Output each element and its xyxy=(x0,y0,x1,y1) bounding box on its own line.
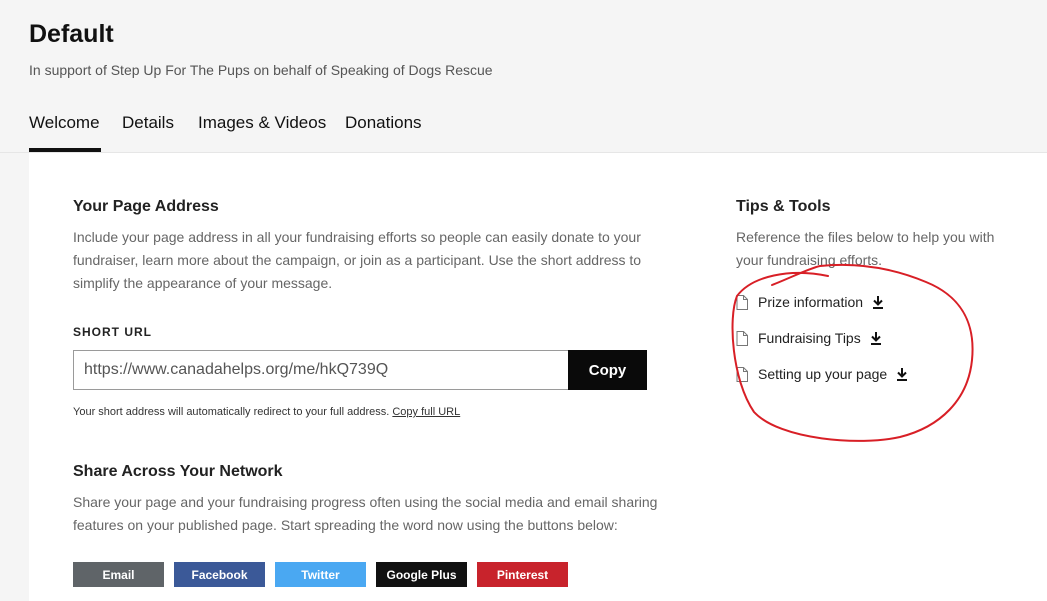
google-plus-share-button[interactable]: Google Plus xyxy=(376,562,467,587)
share-heading: Share Across Your Network xyxy=(73,463,283,480)
download-icon[interactable] xyxy=(870,331,882,345)
copy-full-url-link[interactable]: Copy full URL xyxy=(392,406,460,418)
short-url-input[interactable] xyxy=(73,350,569,390)
page-address-heading: Your Page Address xyxy=(73,198,219,215)
download-icon[interactable] xyxy=(896,367,908,381)
redirect-note: Your short address will automatically re… xyxy=(73,406,460,418)
redirect-note-text: Your short address will automatically re… xyxy=(73,406,390,418)
file-label: Prize information xyxy=(758,294,864,310)
file-fundraising-tips[interactable]: Fundraising Tips xyxy=(736,327,882,349)
file-setting-up-your-page[interactable]: Setting up your page xyxy=(736,363,908,385)
tab-images-videos[interactable]: Images & Videos xyxy=(198,113,326,133)
facebook-share-button[interactable]: Facebook xyxy=(174,562,265,587)
file-prize-information[interactable]: Prize information xyxy=(736,291,884,313)
tab-details[interactable]: Details xyxy=(122,113,174,133)
tips-description: Reference the files below to help you wi… xyxy=(736,229,995,268)
copy-button[interactable]: Copy xyxy=(568,350,647,390)
twitter-share-button[interactable]: Twitter xyxy=(275,562,366,587)
download-icon[interactable] xyxy=(872,295,884,309)
tab-donations[interactable]: Donations xyxy=(345,113,422,133)
share-description: Share your page and your fundraising pro… xyxy=(73,494,658,533)
email-share-button[interactable]: Email xyxy=(73,562,164,587)
file-label: Fundraising Tips xyxy=(758,330,861,346)
file-label: Setting up your page xyxy=(758,366,888,382)
page-title: Default xyxy=(29,20,114,48)
page-address-description: Include your page address in all your fu… xyxy=(73,229,642,291)
file-icon xyxy=(736,366,748,382)
short-url-label: SHORT URL xyxy=(73,325,152,339)
pinterest-share-button[interactable]: Pinterest xyxy=(477,562,568,587)
page-subtitle: In support of Step Up For The Pups on be… xyxy=(29,62,493,78)
file-icon xyxy=(736,294,748,310)
tips-heading: Tips & Tools xyxy=(736,198,831,215)
tab-welcome[interactable]: Welcome xyxy=(29,113,100,133)
file-icon xyxy=(736,330,748,346)
